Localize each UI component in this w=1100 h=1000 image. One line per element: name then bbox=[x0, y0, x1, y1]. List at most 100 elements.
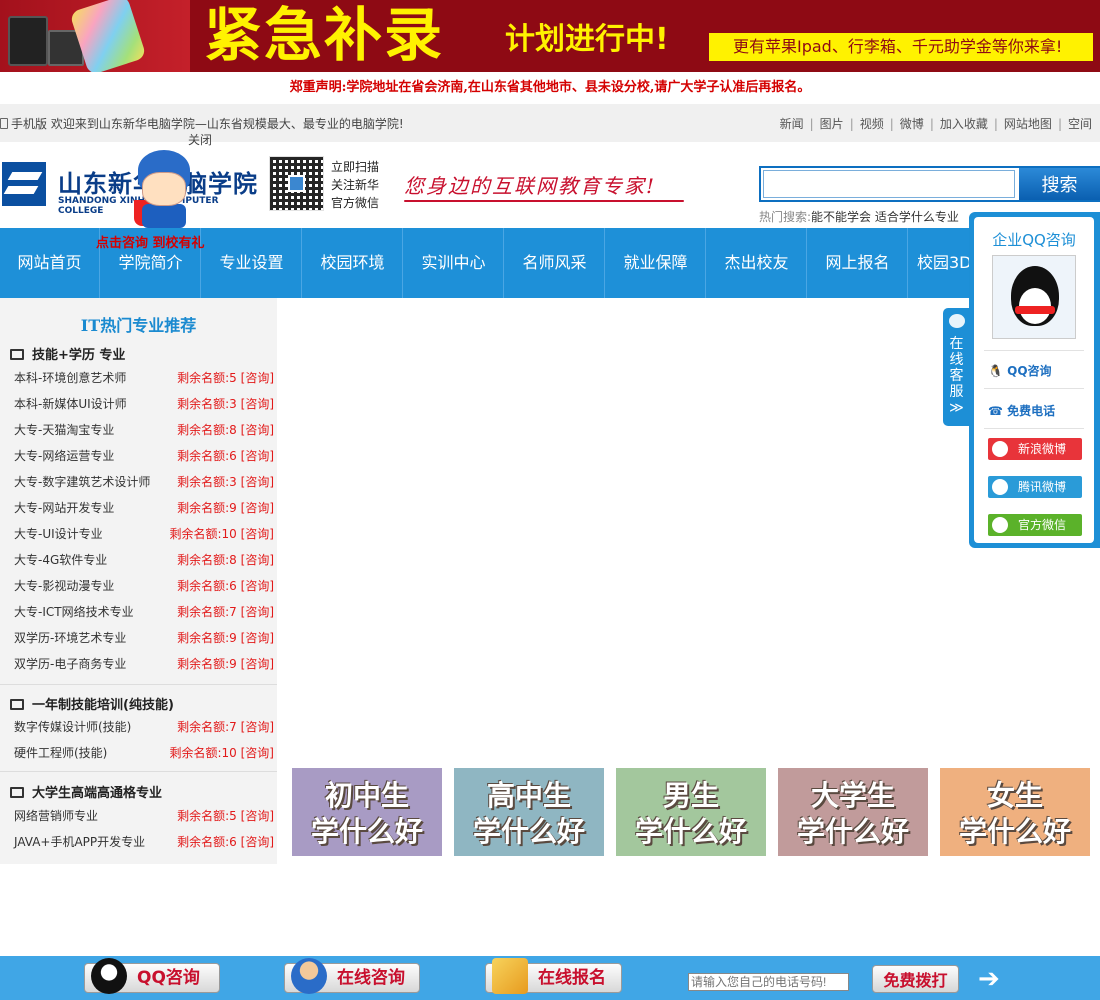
link-pictures[interactable]: 图片 bbox=[820, 117, 844, 131]
major-name[interactable]: JAVA+手机APP开发专业 bbox=[14, 829, 145, 855]
nav-employment[interactable]: 就业保障 bbox=[606, 228, 706, 298]
major-name[interactable]: 大专-影视动漫专业 bbox=[14, 573, 114, 599]
top-bar: 手机版 欢迎来到山东新华电脑学院—山东省规模最大、最专业的电脑学院! 关闭 新闻… bbox=[0, 104, 1100, 147]
major-name[interactable]: 硬件工程师(技能) bbox=[14, 740, 107, 766]
hot-search-keywords[interactable]: 能不能学会 适合学什么专业 bbox=[811, 210, 959, 224]
remaining-slots[interactable]: 剩余名额:10 [咨询] bbox=[170, 521, 275, 547]
online-register-button[interactable]: 在线报名 bbox=[485, 958, 622, 994]
remaining-slots[interactable]: 剩余名额:3 [咨询] bbox=[177, 469, 274, 495]
nav-home[interactable]: 网站首页 bbox=[0, 228, 100, 298]
major-name[interactable]: 大专-UI设计专业 bbox=[14, 521, 103, 547]
list-item[interactable]: 双学历-电子商务专业 剩余名额:9 [咨询] bbox=[0, 651, 277, 677]
envelope-icon bbox=[492, 958, 528, 994]
major-name[interactable]: 本科-环境创意艺术师 bbox=[14, 365, 126, 391]
link-news[interactable]: 新闻 bbox=[780, 117, 804, 131]
free-call-button[interactable]: 免费拨打 bbox=[872, 965, 959, 993]
tile-junior-high[interactable]: 初中生 学什么好 bbox=[292, 768, 442, 856]
link-weibo[interactable]: 微博 bbox=[900, 117, 924, 131]
slogan: 您身边的互联网教育专家! bbox=[404, 174, 657, 198]
tile-boys[interactable]: 男生 学什么好 bbox=[616, 768, 766, 856]
remaining-slots[interactable]: 剩余名额:7 [咨询] bbox=[177, 599, 274, 625]
phone-icon: ☎ bbox=[988, 404, 1008, 418]
list-item[interactable]: 大专-天猫淘宝专业 剩余名额:8 [咨询] bbox=[0, 417, 277, 443]
remaining-slots[interactable]: 剩余名额:6 [咨询] bbox=[177, 573, 274, 599]
major-name[interactable]: 大专-ICT网络技术专业 bbox=[14, 599, 134, 625]
mascot-image bbox=[128, 150, 198, 230]
list-item[interactable]: 双学历-环境艺术专业 剩余名额:9 [咨询] bbox=[0, 625, 277, 651]
list-item[interactable]: 硬件工程师(技能) 剩余名额:10 [咨询] bbox=[0, 740, 277, 766]
nav-campus-3d[interactable]: 校园3D bbox=[909, 228, 975, 298]
link-sitemap[interactable]: 网站地图 bbox=[1004, 117, 1052, 131]
remaining-slots[interactable]: 剩余名额:8 [咨询] bbox=[177, 547, 274, 573]
remaining-slots[interactable]: 剩余名额:3 [咨询] bbox=[177, 391, 274, 417]
major-name[interactable]: 双学历-电子商务专业 bbox=[14, 651, 126, 677]
section-divider bbox=[0, 771, 277, 772]
list-item[interactable]: 本科-环境创意艺术师 剩余名额:5 [咨询] bbox=[0, 365, 277, 391]
online-consult-button[interactable]: 在线咨询 bbox=[284, 958, 420, 994]
remaining-slots[interactable]: 剩余名额:9 [咨询] bbox=[177, 651, 274, 677]
list-item[interactable]: 大专-网站开发专业 剩余名额:9 [咨询] bbox=[0, 495, 277, 521]
qq-consult-button[interactable]: QQ咨询 bbox=[84, 958, 220, 994]
list-item[interactable]: 大专-网络运营专业 剩余名额:6 [咨询] bbox=[0, 443, 277, 469]
list-item[interactable]: 本科-新媒体UI设计师 剩余名额:3 [咨询] bbox=[0, 391, 277, 417]
link-space[interactable]: 空间 bbox=[1068, 117, 1092, 131]
tile-senior-high[interactable]: 高中生 学什么好 bbox=[454, 768, 604, 856]
qq-avatar[interactable] bbox=[992, 255, 1076, 339]
list-item[interactable]: 网络营销师专业 剩余名额:5 [咨询] bbox=[0, 803, 277, 829]
list-item[interactable]: 大专-UI设计专业 剩余名额:10 [咨询] bbox=[0, 521, 277, 547]
nav-training[interactable]: 实训中心 bbox=[404, 228, 504, 298]
tile-college[interactable]: 大学生 学什么好 bbox=[778, 768, 928, 856]
major-name[interactable]: 网络营销师专业 bbox=[14, 803, 98, 829]
remaining-slots[interactable]: 剩余名额:9 [咨询] bbox=[177, 625, 274, 651]
link-bookmark[interactable]: 加入收藏 bbox=[940, 117, 988, 131]
remaining-slots[interactable]: 剩余名额:5 [咨询] bbox=[177, 803, 274, 829]
remaining-slots[interactable]: 剩余名额:7 [咨询] bbox=[177, 714, 274, 740]
link-videos[interactable]: 视频 bbox=[860, 117, 884, 131]
major-name[interactable]: 大专-数字建筑艺术设计师 bbox=[14, 469, 150, 495]
list-item[interactable]: JAVA+手机APP开发专业 剩余名额:6 [咨询] bbox=[0, 829, 277, 855]
nav-register[interactable]: 网上报名 bbox=[808, 228, 908, 298]
major-name[interactable]: 大专-4G软件专业 bbox=[14, 547, 107, 573]
remaining-slots[interactable]: 剩余名额:9 [咨询] bbox=[177, 495, 274, 521]
tile-girls[interactable]: 女生 学什么好 bbox=[940, 768, 1090, 856]
list-item[interactable]: 大专-ICT网络技术专业 剩余名额:7 [咨询] bbox=[0, 599, 277, 625]
search-box: 搜索 bbox=[759, 166, 1100, 202]
major-name[interactable]: 大专-网络运营专业 bbox=[14, 443, 114, 469]
welcome-message[interactable]: 手机版 欢迎来到山东新华电脑学院—山东省规模最大、最专业的电脑学院! bbox=[11, 117, 404, 131]
search-button[interactable]: 搜索 bbox=[1019, 168, 1100, 200]
list-item[interactable]: 大专-4G软件专业 剩余名额:8 [咨询] bbox=[0, 547, 277, 573]
remaining-slots[interactable]: 剩余名额:6 [咨询] bbox=[177, 829, 274, 855]
major-name[interactable]: 双学历-环境艺术专业 bbox=[14, 625, 126, 651]
remaining-slots[interactable]: 剩余名额:6 [咨询] bbox=[177, 443, 274, 469]
nav-campus[interactable]: 校园环境 bbox=[303, 228, 403, 298]
qq-consult-link[interactable]: 🐧 QQ咨询 bbox=[988, 362, 1052, 379]
major-name[interactable]: 数字传媒设计师(技能) bbox=[14, 714, 131, 740]
top-banner[interactable]: 紧急补录 计划进行中! 更有苹果Ipad、行李箱、千元助学金等你来拿! bbox=[0, 0, 1100, 72]
remaining-slots[interactable]: 剩余名额:10 [咨询] bbox=[170, 740, 275, 766]
tencent-weibo-button[interactable]: 腾讯微博 bbox=[988, 476, 1082, 498]
remaining-slots[interactable]: 剩余名额:8 [咨询] bbox=[177, 417, 274, 443]
search-input[interactable] bbox=[763, 170, 1015, 198]
list-item[interactable]: 数字传媒设计师(技能) 剩余名额:7 [咨询] bbox=[0, 714, 277, 740]
nav-teachers[interactable]: 名师风采 bbox=[505, 228, 605, 298]
free-phone-link[interactable]: ☎ 免费电话 bbox=[988, 402, 1055, 419]
major-name[interactable]: 大专-网站开发专业 bbox=[14, 495, 114, 521]
arrow-right-icon: ➔ bbox=[978, 964, 1000, 994]
close-link[interactable]: 关闭 bbox=[188, 131, 212, 148]
sina-weibo-button[interactable]: 新浪微博 bbox=[988, 438, 1082, 460]
list-item[interactable]: 大专-影视动漫专业 剩余名额:6 [咨询] bbox=[0, 573, 277, 599]
major-name[interactable]: 本科-新媒体UI设计师 bbox=[14, 391, 127, 417]
people-icon bbox=[949, 314, 965, 328]
banner-title: 紧急补录 bbox=[204, 1, 445, 69]
wechat-button[interactable]: 官方微信 bbox=[988, 514, 1082, 536]
list-item[interactable]: 大专-数字建筑艺术设计师 剩余名额:3 [咨询] bbox=[0, 469, 277, 495]
remaining-slots[interactable]: 剩余名额:5 [咨询] bbox=[177, 365, 274, 391]
nav-alumni[interactable]: 杰出校友 bbox=[707, 228, 807, 298]
major-name[interactable]: 大专-天猫淘宝专业 bbox=[14, 417, 114, 443]
nav-promo-text[interactable]: 点击咨询 到校有礼 bbox=[96, 236, 205, 252]
sidebar-heading: IT热门专业推荐 bbox=[80, 316, 197, 335]
nav-majors[interactable]: 专业设置 bbox=[202, 228, 302, 298]
banner-promo: 更有苹果Ipad、行李箱、千元助学金等你来拿! bbox=[709, 33, 1093, 61]
online-service-tab[interactable]: 在线客服 ≫ bbox=[943, 308, 970, 426]
phone-number-input[interactable] bbox=[688, 973, 849, 991]
